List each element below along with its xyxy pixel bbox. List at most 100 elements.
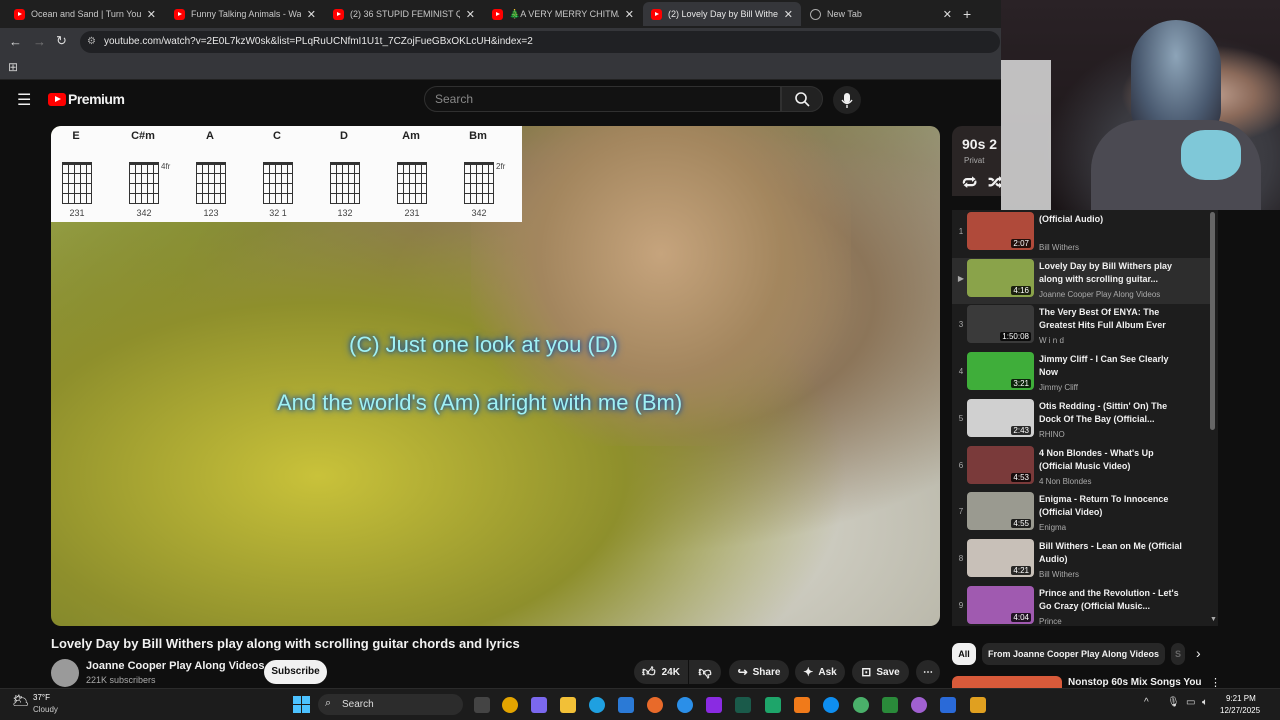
loop-icon[interactable]: 🔁︎ — [962, 172, 977, 194]
browser-tab[interactable]: Ocean and Sand | Turn Your TV ✕ — [6, 2, 164, 26]
playlist-thumbnail[interactable]: 2:07 — [967, 212, 1034, 250]
playlist-item[interactable]: 5 2:43 Otis Redding - (Sittin' On) The Doc… — [952, 398, 1210, 444]
playlist-item-title[interactable]: Otis Redding - (Sittin' On) The Dock Of … — [1039, 400, 1189, 426]
close-tab-icon[interactable]: ✕ — [943, 8, 952, 21]
tab-title: Funny Talking Animals - Walk O — [191, 9, 301, 19]
playlist-item-title[interactable]: Lovely Day by Bill Withers play along wi… — [1039, 260, 1189, 286]
weather-icon[interactable]: 🌥︎ — [12, 692, 30, 709]
ask-button[interactable]: ✦ Ask — [795, 660, 845, 684]
store-icon[interactable] — [618, 697, 634, 713]
playlist-thumbnail[interactable]: 4:55 — [967, 492, 1034, 531]
playlist-item-title[interactable]: 4 Non Blondes - What's Up (Official Musi… — [1039, 447, 1189, 473]
search-button[interactable] — [781, 86, 823, 112]
playlist-item[interactable]: 1 2:07 (Official Audio) Bill Withers — [952, 211, 1210, 257]
browser-tab[interactable]: 🎄A VERY MERRY CHITMAS - F ✕ — [484, 2, 642, 26]
reload-icon[interactable]: ↻ — [56, 33, 67, 49]
taskbar-search-box[interactable]: ⌕ Search — [318, 694, 463, 715]
messenger-icon[interactable] — [677, 697, 693, 713]
channel-name[interactable]: Joanne Cooper Play Along Videos — [86, 660, 264, 672]
app-green-icon[interactable] — [765, 697, 781, 713]
voice-search-button[interactable] — [833, 86, 861, 114]
back-arrow-icon[interactable]: ← — [9, 34, 22, 49]
apps-grid-icon[interactable]: ⊞ — [8, 60, 18, 74]
app-p-icon[interactable] — [706, 697, 722, 713]
playlist-thumbnail[interactable]: 4:21 — [967, 538, 1034, 577]
app-terminal-icon[interactable] — [735, 697, 751, 713]
playlist-item-title[interactable]: Enigma - Return To Innocence (Official V… — [1039, 493, 1189, 519]
playlist-item[interactable]: 6 4:53 4 Non Blondes - What's Up (Official… — [952, 445, 1210, 491]
edge-icon[interactable] — [589, 697, 605, 713]
video-player[interactable]: E 231 C#m 4fr 342 A 123 C 32 1 D 132 Am 231 Bm 2… — [51, 126, 940, 626]
playlist-item-index: 8 — [958, 553, 964, 563]
chrome-icon[interactable] — [502, 697, 518, 713]
playlist-thumbnail[interactable]: 4:53 — [967, 445, 1034, 484]
app-window-icon[interactable] — [940, 697, 956, 713]
file-explorer-icon[interactable] — [560, 697, 576, 713]
browser-tab[interactable]: Funny Talking Animals - Walk O ✕ — [166, 2, 324, 26]
save-button[interactable]: ⊡ Save — [852, 660, 909, 684]
close-tab-icon[interactable]: ✕ — [307, 8, 316, 21]
volume-icon[interactable]: 🔈︎ — [1202, 697, 1208, 708]
suggestion-thumbnail[interactable] — [952, 676, 1062, 688]
playlist-item[interactable]: 8 4:21 Bill Withers - Lean on Me (Official… — [952, 538, 1210, 584]
copilot-icon[interactable] — [531, 697, 547, 713]
app-feather-icon[interactable] — [882, 697, 898, 713]
browser-tab[interactable]: (2) 36 STUPID FEMINIST QUEST ✕ — [325, 2, 483, 26]
playlist-item[interactable]: 7 4:55 Enigma - Return To Innocence (Offic… — [952, 491, 1210, 537]
new-tab-button[interactable]: + — [963, 6, 971, 22]
playlist-item[interactable]: 9 4:04 Prince and the Revolution - Let's G… — [952, 585, 1210, 626]
playlist-item[interactable]: 3 1:50:08 The Very Best Of ENYA: The Great… — [952, 304, 1210, 350]
chip-from-channel[interactable]: From Joanne Cooper Play Along Videos — [982, 643, 1165, 665]
brave-icon[interactable] — [794, 697, 810, 713]
playlist-item-title[interactable]: Bill Withers - Lean on Me (Official Audi… — [1039, 540, 1189, 566]
playlist-item-title[interactable]: The Very Best Of ENYA: The Greatest Hits… — [1039, 306, 1189, 332]
firefox-icon[interactable] — [647, 697, 663, 713]
start-button[interactable] — [293, 696, 310, 713]
playlist-item-title[interactable]: Jimmy Cliff - I Can See Clearly Now — [1039, 353, 1189, 379]
url-field[interactable]: ⚙ youtube.com/watch?v=2E0L7kzW0sk&list=P… — [80, 31, 1000, 53]
playlist-item[interactable]: 4 3:21 Jimmy Cliff - I Can See Clearly Now… — [952, 351, 1210, 397]
clock-date[interactable]: 12/27/2025 — [1220, 706, 1260, 715]
tray-chevron-icon[interactable]: ^ — [1144, 697, 1149, 708]
chevron-right-icon[interactable]: › — [1196, 645, 1201, 661]
close-tab-icon[interactable]: ✕ — [466, 8, 475, 21]
close-tab-icon[interactable]: ✕ — [625, 8, 634, 21]
playlist-thumbnail[interactable]: 2:43 — [967, 398, 1034, 437]
scroll-down-icon[interactable]: ▼ — [1210, 616, 1217, 623]
close-tab-icon[interactable]: ✕ — [147, 8, 156, 21]
share-button[interactable]: ↪ Share — [729, 660, 789, 684]
site-info-icon[interactable]: ⚙ — [87, 31, 96, 53]
clock-time[interactable]: 9:21 PM — [1226, 694, 1256, 703]
browser-tab[interactable]: New Tab ✕ — [802, 2, 960, 26]
mic-tray-icon[interactable]: 🎙︎ — [1167, 697, 1180, 708]
network-icon[interactable]: ▭ — [1186, 697, 1195, 708]
menu-icon[interactable]: ☰ — [17, 90, 31, 110]
forward-arrow-icon[interactable]: → — [33, 34, 46, 49]
playlist-thumbnail[interactable]: 4:04 — [967, 585, 1034, 624]
chip-all[interactable]: All — [952, 643, 976, 665]
youtube-logo-icon[interactable] — [48, 93, 66, 106]
subscribe-button[interactable]: Subscribe — [264, 660, 327, 684]
task-view-icon[interactable] — [474, 697, 490, 713]
playlist-item-title[interactable]: (Official Audio) — [1039, 213, 1189, 226]
playlist-scrollbar[interactable] — [1210, 212, 1215, 430]
chrome-alt-icon[interactable] — [853, 697, 869, 713]
playlist-thumbnail[interactable]: 1:50:08 — [967, 305, 1034, 344]
app-blue-icon[interactable] — [823, 697, 839, 713]
chip-more[interactable]: S — [1171, 643, 1185, 665]
more-actions-button[interactable]: ⋯ — [916, 660, 940, 684]
app-yellow-icon[interactable] — [970, 697, 986, 713]
logo-text[interactable]: Premium — [68, 91, 125, 107]
dislike-button[interactable]: 👎︎ — [689, 660, 721, 684]
channel-avatar[interactable] — [51, 659, 79, 687]
search-input[interactable]: Search — [424, 86, 781, 112]
close-tab-icon[interactable]: ✕ — [784, 8, 793, 21]
playlist-thumbnail[interactable]: 3:21 — [967, 352, 1034, 391]
like-button[interactable]: 👍︎ 24K — [634, 660, 688, 684]
suggestion-title[interactable]: Nonstop 60s Mix Songs You — [1068, 677, 1202, 688]
app-purple-icon[interactable] — [911, 697, 927, 713]
playlist-item-title[interactable]: Prince and the Revolution - Let's Go Cra… — [1039, 587, 1189, 613]
playlist-item[interactable]: ▶ 4:16 Lovely Day by Bill Withers play alo… — [952, 257, 1210, 304]
playlist-thumbnail[interactable]: 4:16 — [967, 258, 1034, 297]
browser-tab-active[interactable]: (2) Lovely Day by Bill Withers pl ✕ — [643, 2, 801, 26]
